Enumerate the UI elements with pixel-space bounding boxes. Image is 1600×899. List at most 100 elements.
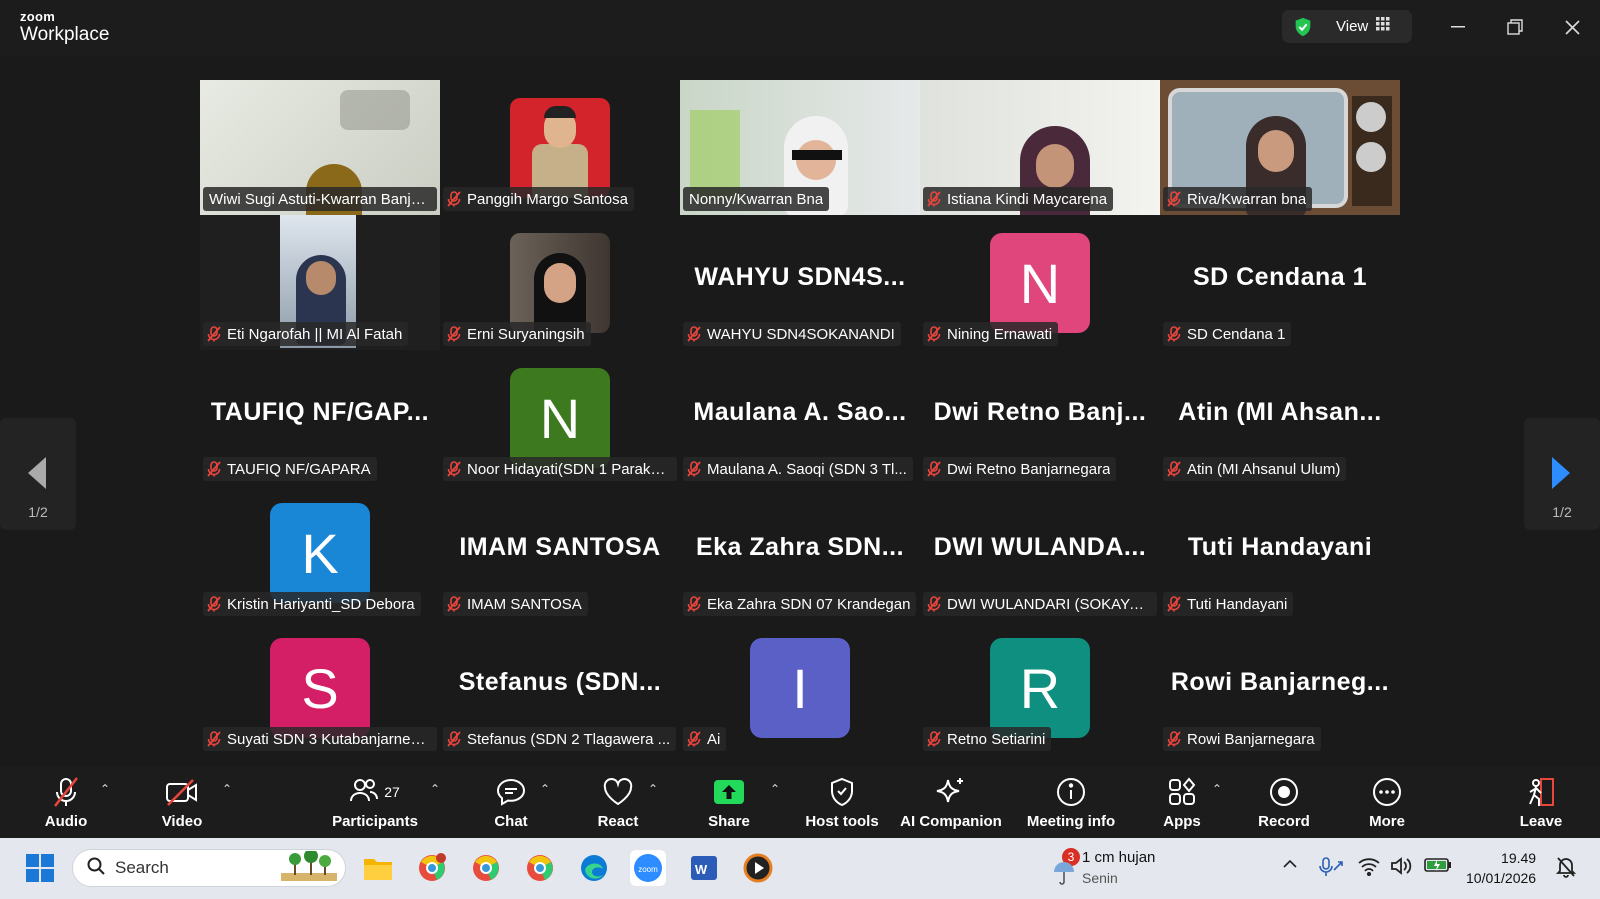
mic-muted-icon: [447, 326, 461, 342]
page-indicator-left: 1/2: [28, 504, 48, 520]
next-page-button[interactable]: 1/2: [1524, 418, 1600, 530]
zoom-taskbar-icon[interactable]: zoom: [630, 850, 666, 886]
mic-muted-icon: [1167, 326, 1181, 342]
participants-button[interactable]: 27 Participants: [330, 766, 420, 838]
leave-label: Leave: [1519, 813, 1563, 830]
media-player-icon[interactable]: [740, 850, 776, 886]
mic-muted-icon: [1167, 731, 1181, 747]
participant-tile[interactable]: N Nining Ernawati: [920, 215, 1160, 350]
participant-tile[interactable]: Panggih Margo Santosa: [440, 80, 680, 215]
chevron-up-icon[interactable]: [1282, 856, 1298, 877]
word-icon[interactable]: W: [686, 850, 722, 886]
participant-tile[interactable]: R Retno Setiarini: [920, 620, 1160, 755]
volume-icon[interactable]: [1390, 856, 1412, 881]
record-button[interactable]: Record: [1256, 766, 1312, 838]
edge-icon[interactable]: [576, 850, 612, 886]
close-icon[interactable]: [1557, 12, 1587, 42]
host-tools-button[interactable]: Host tools: [800, 766, 884, 838]
chrome-icon[interactable]: [468, 850, 504, 886]
view-button[interactable]: View: [1336, 10, 1390, 43]
ai-companion-label: AI Companion: [900, 813, 1002, 830]
participant-display-name: Stefanus (SDN...: [458, 668, 662, 696]
participant-tile[interactable]: Erni Suryaningsih: [440, 215, 680, 350]
participant-display-name: Atin (MI Ahsan...: [1178, 398, 1382, 426]
participant-name: TAUFIQ NF/GAPARA: [227, 460, 371, 478]
share-screen-icon: [713, 775, 745, 809]
participant-name-tag: Nonny/Kwarran Bna: [683, 187, 830, 211]
wifi-icon[interactable]: [1358, 856, 1380, 881]
video-options-caret-icon[interactable]: ⌃: [222, 782, 232, 796]
participant-tile[interactable]: Riva/Kwarran bna: [1160, 80, 1400, 215]
chrome-profile-icon[interactable]: [414, 850, 450, 886]
weather-title: 1 cm hujan: [1082, 849, 1156, 866]
participant-tile[interactable]: TAUFIQ NF/GAP... TAUFIQ NF/GAPARA: [200, 350, 440, 485]
react-button[interactable]: React: [592, 766, 644, 838]
minimize-icon[interactable]: [1443, 12, 1473, 42]
ai-companion-button[interactable]: AI Companion: [896, 766, 1006, 838]
apps-icon: [1167, 775, 1197, 809]
participant-tile[interactable]: Tuti Handayani Tuti Handayani: [1160, 485, 1400, 620]
participant-tile[interactable]: Atin (MI Ahsan... Atin (MI Ahsanul Ulum): [1160, 350, 1400, 485]
more-button[interactable]: More: [1362, 766, 1412, 838]
participant-tile[interactable]: Dwi Retno Banj... Dwi Retno Banjarnegara: [920, 350, 1160, 485]
encryption-shield-icon[interactable]: [1292, 16, 1314, 43]
participant-tile[interactable]: Eti Ngarofah || MI Al Fatah: [200, 215, 440, 350]
system-clock[interactable]: 19.49 10/01/2026: [1466, 848, 1536, 888]
chat-options-caret-icon[interactable]: ⌃: [540, 782, 550, 796]
participant-tile[interactable]: WAHYU SDN4S... WAHYU SDN4SOKANANDI: [680, 215, 920, 350]
participants-icon-wrap: 27: [350, 775, 400, 809]
microphone-tray-icon[interactable]: [1318, 856, 1344, 883]
taskbar-search[interactable]: Search: [72, 848, 346, 887]
view-label: View: [1336, 18, 1369, 35]
restore-icon[interactable]: [1500, 12, 1530, 42]
participant-name-tag: Istiana Kindi Maycarena: [923, 187, 1114, 211]
participant-tile[interactable]: DWI WULANDA... DWI WULANDARI (SOKAYAS...: [920, 485, 1160, 620]
participant-tile[interactable]: K Kristin Hariyanti_SD Debora: [200, 485, 440, 620]
participant-name-tag: Suyati SDN 3 Kutabanjarneg...: [203, 727, 437, 751]
previous-page-button[interactable]: 1/2: [0, 418, 76, 530]
participants-options-caret-icon[interactable]: ⌃: [430, 782, 440, 796]
search-highlight-palm-icon: [281, 848, 337, 886]
participant-tile[interactable]: Istiana Kindi Maycarena: [920, 80, 1160, 215]
participant-tile[interactable]: SD Cendana 1 SD Cendana 1: [1160, 215, 1400, 350]
participant-tile[interactable]: IMAM SANTOSA IMAM SANTOSA: [440, 485, 680, 620]
participant-tile[interactable]: Maulana A. Sao... Maulana A. Saoqi (SDN 3…: [680, 350, 920, 485]
chat-button[interactable]: Chat: [486, 766, 536, 838]
mic-muted-icon: [447, 191, 461, 207]
participant-tile[interactable]: Stefanus (SDN... Stefanus (SDN 2 Tlagawer…: [440, 620, 680, 755]
meeting-info-button[interactable]: Meeting info: [1024, 766, 1118, 838]
react-options-caret-icon[interactable]: ⌃: [648, 782, 658, 796]
participant-display-name: DWI WULANDA...: [933, 533, 1147, 561]
share-button[interactable]: Share: [702, 766, 756, 838]
video-button[interactable]: Video: [152, 766, 212, 838]
participant-tile[interactable]: Nonny/Kwarran Bna: [680, 80, 920, 215]
clock-date: 10/01/2026: [1466, 870, 1537, 886]
participant-tile[interactable]: N Noor Hidayati(SDN 1 Paraka...: [440, 350, 680, 485]
participants-label: Participants: [332, 813, 418, 830]
participant-name: DWI WULANDARI (SOKAYAS...: [947, 595, 1151, 613]
chrome-alt-icon[interactable]: [522, 850, 558, 886]
participant-tile[interactable]: Wiwi Sugi Astuti-Kwarran Banja...: [200, 80, 440, 215]
apps-options-caret-icon[interactable]: ⌃: [1212, 782, 1222, 796]
battery-charging-icon[interactable]: [1424, 856, 1452, 879]
participant-avatar: N: [990, 233, 1090, 333]
notification-bell-icon[interactable]: [1555, 856, 1577, 883]
mic-muted-icon: [1167, 191, 1181, 207]
audio-options-caret-icon[interactable]: ⌃: [100, 782, 110, 796]
weather-widget[interactable]: 3 1 cm hujan Senin: [1054, 848, 1156, 888]
participant-name: Rowi Banjarnegara: [1187, 730, 1315, 748]
share-options-caret-icon[interactable]: ⌃: [770, 782, 780, 796]
participant-tile[interactable]: Rowi Banjarneg... Rowi Banjarnegara: [1160, 620, 1400, 755]
participant-name: Panggih Margo Santosa: [467, 190, 628, 208]
audio-button[interactable]: Audio: [38, 766, 94, 838]
weather-subtitle: Senin: [1082, 870, 1118, 886]
participant-tile[interactable]: I Ai: [680, 620, 920, 755]
search-icon: [87, 857, 105, 880]
file-explorer-icon[interactable]: [360, 850, 396, 886]
apps-button[interactable]: Apps: [1160, 766, 1204, 838]
windows-start-icon[interactable]: [22, 850, 58, 886]
participant-tile[interactable]: Eka Zahra SDN... Eka Zahra SDN 07 Krandeg…: [680, 485, 920, 620]
participant-tile[interactable]: S Suyati SDN 3 Kutabanjarneg...: [200, 620, 440, 755]
apps-label: Apps: [1163, 813, 1201, 830]
leave-button[interactable]: Leave: [1516, 766, 1566, 838]
